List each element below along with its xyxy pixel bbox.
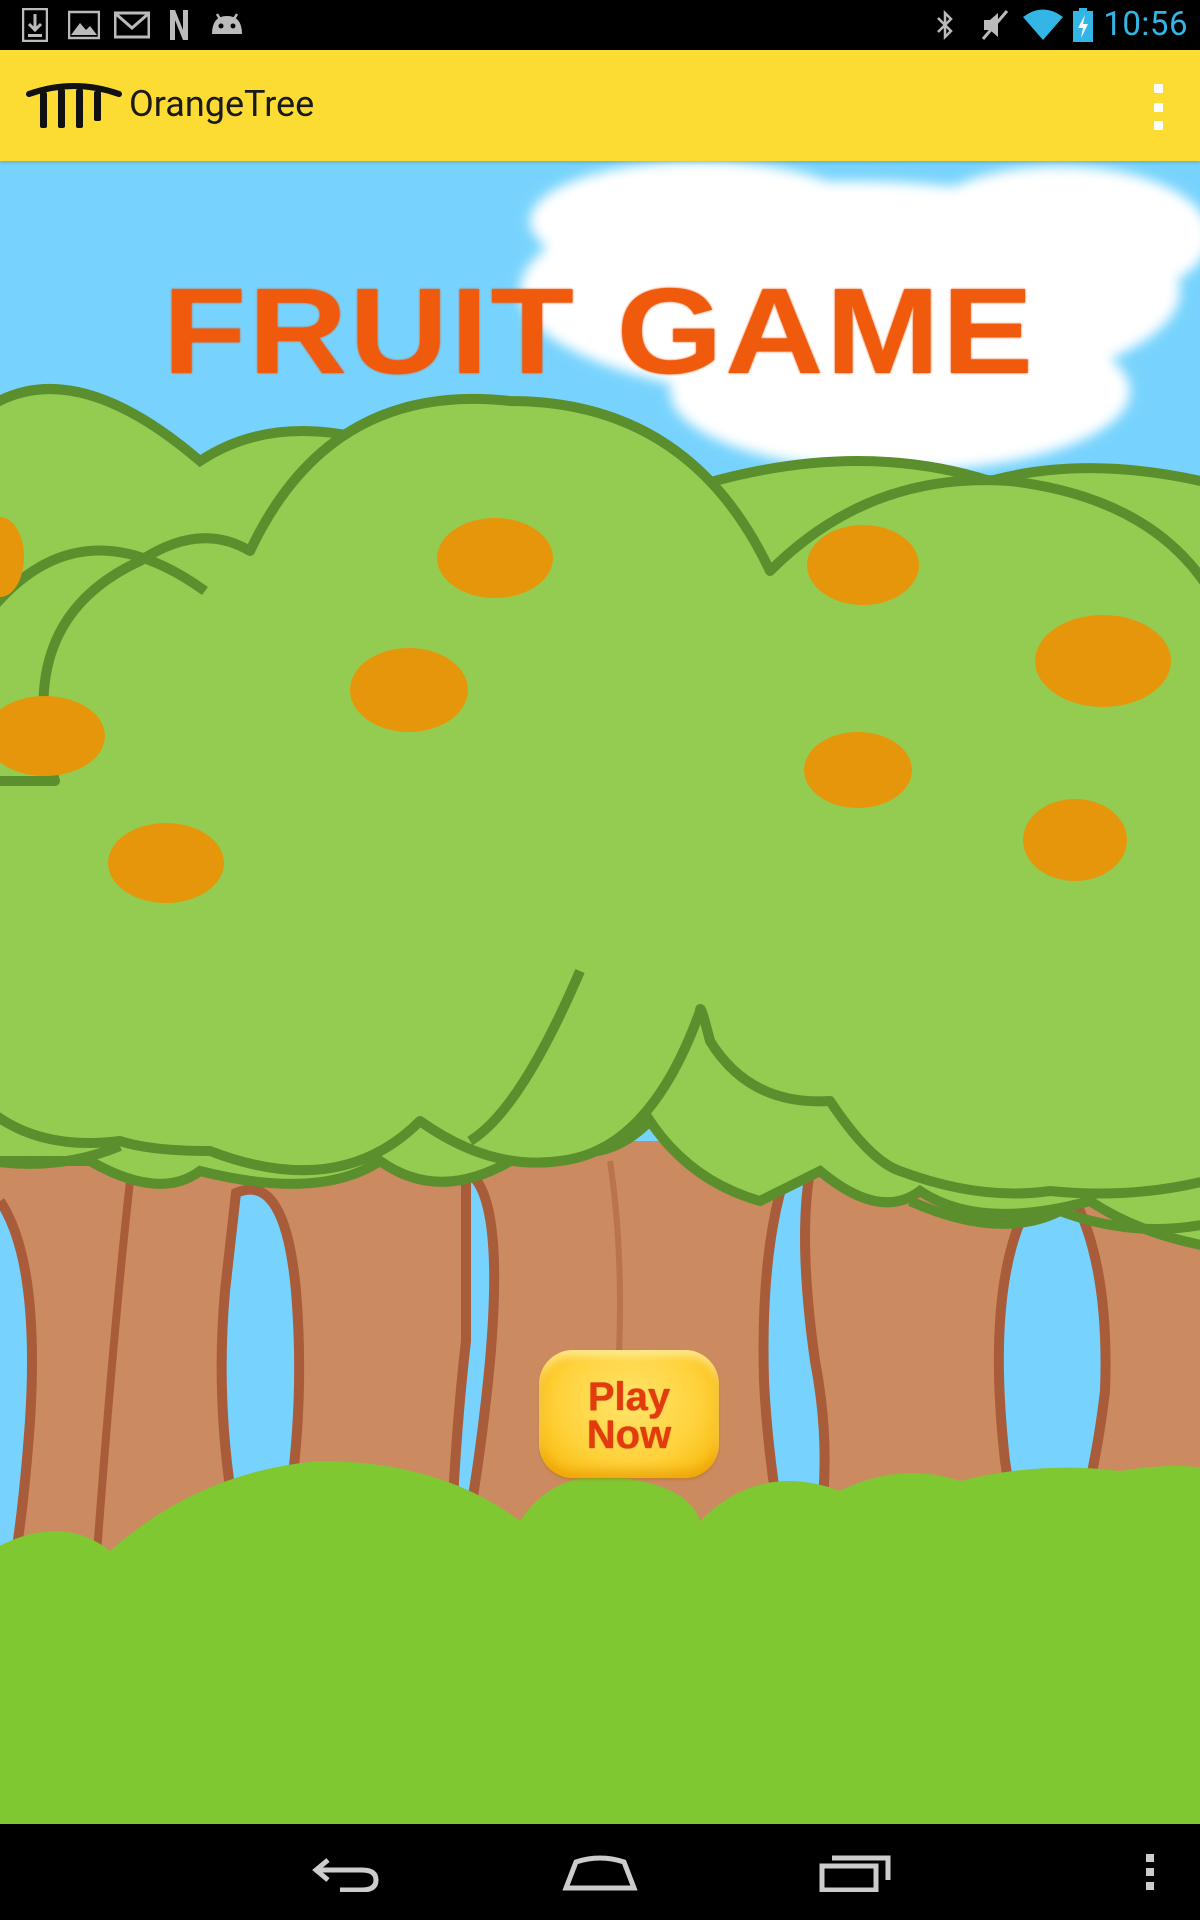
- tree-canopy: [0, 384, 1200, 1250]
- grass: [0, 1461, 1200, 1824]
- image-icon: [68, 10, 100, 40]
- mute-icon: [981, 10, 1009, 40]
- orangetree-logo-icon[interactable]: [26, 82, 122, 130]
- recents-button[interactable]: [800, 1824, 910, 1920]
- action-bar: OrangeTree: [0, 50, 1200, 161]
- recents-icon: [819, 1855, 891, 1892]
- navigation-bar: [0, 1824, 1200, 1920]
- n-app-icon: [170, 10, 188, 40]
- home-icon: [562, 1855, 638, 1891]
- play-now-button[interactable]: Play Now: [539, 1350, 719, 1478]
- play-now-label: Play Now: [586, 1375, 672, 1457]
- status-bar: 10:56: [0, 0, 1200, 50]
- download-icon: [22, 8, 48, 42]
- back-icon: [312, 1858, 379, 1892]
- back-button[interactable]: [290, 1824, 400, 1920]
- gmail-icon: [114, 11, 150, 39]
- wifi-icon: [1023, 9, 1063, 40]
- app-screen: 10:56 OrangeTree FRUIT GAME Play Now: [0, 0, 1200, 1920]
- status-time: 10:56: [1103, 5, 1188, 44]
- home-button[interactable]: [545, 1824, 655, 1920]
- app-title: OrangeTree: [129, 83, 315, 125]
- android-icon: [212, 13, 242, 34]
- menu-button[interactable]: [1130, 1824, 1170, 1920]
- battery-charging-icon: [1073, 8, 1093, 42]
- game-scene: FRUIT GAME Play Now: [0, 161, 1200, 1824]
- overflow-menu-icon[interactable]: [1146, 84, 1170, 130]
- game-title: FRUIT GAME: [162, 263, 1036, 399]
- bluetooth-icon: [937, 9, 953, 41]
- orchard-illustration: [0, 161, 1200, 1824]
- menu-icon: [1146, 1854, 1154, 1890]
